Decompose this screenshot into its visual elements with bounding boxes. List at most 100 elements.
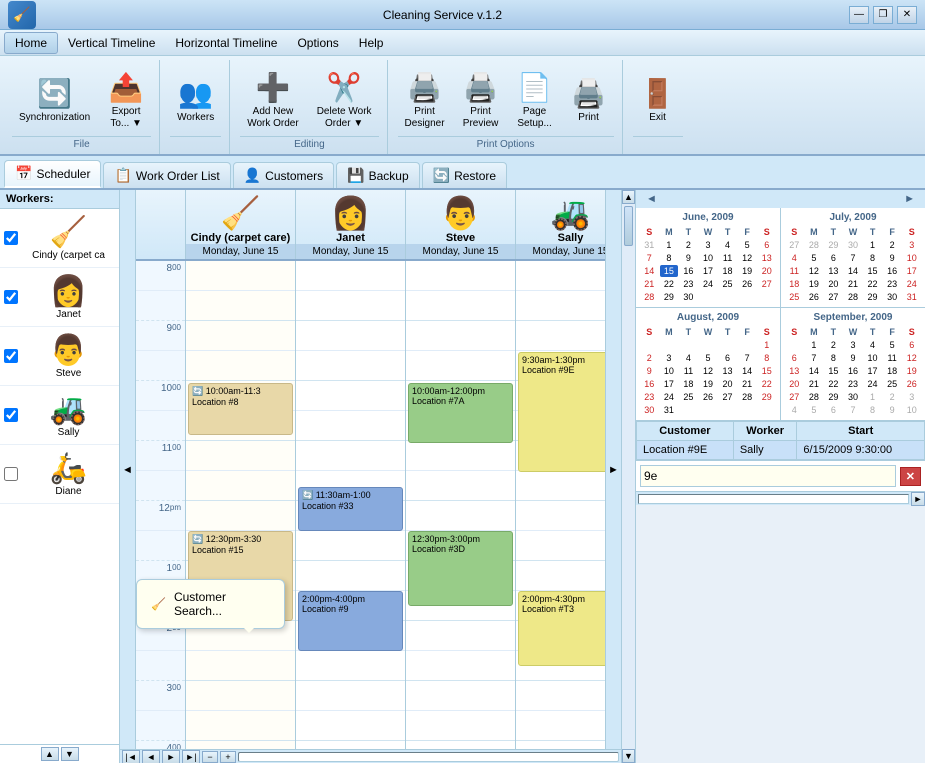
scroll-thumb[interactable] [624,206,633,246]
search-clear-button[interactable]: ✕ [900,467,921,486]
janet-col-icon: 👩 [331,194,371,232]
sally-col-icon: 🚜 [551,194,591,232]
detail-worker: Sally [733,441,797,460]
workers-panel: Workers: 🧹 Cindy (carpet ca 👩 Janet [0,190,120,763]
worker-janet-icon: 👩 [50,274,87,309]
tooltip-text: Customer Search... [174,590,270,618]
exit-buttons: 🚪 Exit [633,64,683,136]
workers-scroll-down[interactable]: ▼ [61,747,79,761]
exit-button[interactable]: 🚪 Exit [633,64,683,136]
worker-checkbox-cindy[interactable] [4,231,18,245]
janet-col-date: Monday, June 15 [296,244,405,259]
search-input[interactable] [640,465,896,487]
scroll-down-btn[interactable]: ▼ [622,749,635,763]
tab-customers[interactable]: 👤 Customers [233,162,334,188]
worker-item-janet[interactable]: 👩 Janet [0,268,119,327]
nav-first-btn[interactable]: |◄ [122,750,140,763]
col-customer: Customer [637,422,734,441]
worker-item-sally[interactable]: 🚜 Sally [0,386,119,445]
cal-june-title: June, 2009 [640,212,776,223]
page-setup-button[interactable]: 📄 PageSetup... [510,64,560,136]
add-wo-label: Add NewWork Order [247,106,299,130]
workers-icon: 👥 [178,77,213,110]
col-header-cindy: 🧹 Cindy (carpet care) Monday, June 15 [186,190,296,259]
col-start: Start [797,422,925,441]
menu-home[interactable]: Home [4,32,58,54]
calendar-header: ◄ ► [636,190,925,208]
exit-icon: 🚪 [640,77,675,110]
page-setup-icon: 📄 [517,71,552,104]
worker-item-diane[interactable]: 🛵 Diane [0,445,119,504]
workers-scroll-up[interactable]: ▲ [41,747,59,761]
work-order-tab-label: Work Order List [136,169,220,183]
menu-options[interactable]: Options [287,33,348,53]
tab-restore[interactable]: 🔄 Restore [422,162,507,188]
scroll-track[interactable] [622,204,635,749]
menu-help[interactable]: Help [349,33,394,53]
detail-start: 6/15/2009 9:30:00 [797,441,925,460]
worker-checkbox-janet[interactable] [4,290,18,304]
print-button[interactable]: 🖨️ Print [564,64,614,136]
worker-item-cindy[interactable]: 🧹 Cindy (carpet ca [0,209,119,268]
restore-button[interactable]: ❐ [873,6,893,24]
workers-label: Workers: [0,190,119,209]
event-sally-1[interactable]: 9:30am-1:30pmLocation #9E [518,352,605,472]
nav-next-btn[interactable]: ► [162,750,180,763]
scroll-right-btn[interactable]: ► [605,190,621,749]
event-steve-2[interactable]: 12:30pm-3:00pmLocation #3D [408,531,513,606]
cal-next-btn[interactable]: ► [900,193,919,205]
customers-tab-label: Customers [265,169,323,183]
ribbon-group-print: 🖨️ PrintDesigner 🖨️ PrintPreview 📄 PageS… [390,60,623,154]
add-work-order-button[interactable]: ➕ Add NewWork Order [240,64,306,136]
sidebar-hscroll[interactable]: ► [636,491,925,505]
exit-group-label [633,136,683,150]
sidebar-hscroll-track[interactable] [638,494,909,504]
worker-diane-name: Diane [55,486,81,497]
zoom-plus-btn[interactable]: + [220,751,236,763]
worker-cindy-name: Cindy (carpet ca [32,250,105,261]
export-button[interactable]: 📤 ExportTo... ▼ [101,64,151,136]
tab-backup[interactable]: 💾 Backup [336,162,419,188]
time-11: 11 00 [136,441,185,471]
detail-table: Customer Worker Start Location #9E Sally… [636,420,925,460]
worker-checkbox-steve[interactable] [4,349,18,363]
menu-horizontal-timeline[interactable]: Horizontal Timeline [165,33,287,53]
page-setup-label: PageSetup... [517,106,551,130]
event-janet-2[interactable]: 2:00pm-4:00pmLocation #9 [298,591,403,651]
detail-row-1[interactable]: Location #9E Sally 6/15/2009 9:30:00 [637,441,925,460]
worker-checkbox-diane[interactable] [4,467,18,481]
sidebar-scroll-btn[interactable]: ► [911,492,925,506]
sync-button[interactable]: 🔄 Synchronization [12,64,97,136]
close-button[interactable]: ✕ [897,6,917,24]
col-header-steve: 👨 Steve Monday, June 15 [406,190,516,259]
hscroll-track[interactable] [238,752,619,762]
customer-search-tooltip: 🧹 Customer Search... [136,579,285,629]
restore-tab-label: Restore [454,169,496,183]
cal-june-grid: SMTWTFS 31123456 78910111213 14151617181… [640,226,776,303]
event-cindy-1[interactable]: 🔄 10:00am-11:3Location #8 [188,383,293,435]
nav-last-btn[interactable]: ►| [182,750,200,763]
tab-work-order-list[interactable]: 📋 Work Order List [103,162,230,188]
work-order-icon: 📋 [114,167,131,184]
delete-work-order-button[interactable]: ✂️ Delete WorkOrder ▼ [310,64,379,136]
minimize-button[interactable]: — [849,6,869,24]
time-12: 12 pm [136,501,185,531]
cal-prev-btn[interactable]: ◄ [642,193,661,205]
zoom-minus-btn[interactable]: − [202,751,218,763]
event-steve-1[interactable]: 10:00am-12:00pmLocation #7A [408,383,513,443]
cal-august-grid: SMTWTFS 1 2345678 9101112131415 16171819… [640,326,776,416]
scroll-up-btn[interactable]: ▲ [622,190,635,204]
event-janet-1[interactable]: 🔄 11:30am-1:00Location #33 [298,487,403,531]
event-sally-2[interactable]: 2:00pm-4:30pmLocation #T3 [518,591,605,666]
workers-button[interactable]: 👥 Workers [170,64,221,136]
scroll-left-btn[interactable]: ◄ [120,190,136,749]
nav-prev-btn[interactable]: ◄ [142,750,160,763]
print-designer-button[interactable]: 🖨️ PrintDesigner [398,64,452,136]
menu-vertical-timeline[interactable]: Vertical Timeline [58,33,165,53]
tab-scheduler[interactable]: 📅 Scheduler [4,160,101,188]
time-3: 3 00 [136,681,185,711]
cal-august-title: August, 2009 [640,312,776,323]
print-preview-button[interactable]: 🖨️ PrintPreview [456,64,506,136]
worker-checkbox-sally[interactable] [4,408,18,422]
worker-item-steve[interactable]: 👨 Steve [0,327,119,386]
